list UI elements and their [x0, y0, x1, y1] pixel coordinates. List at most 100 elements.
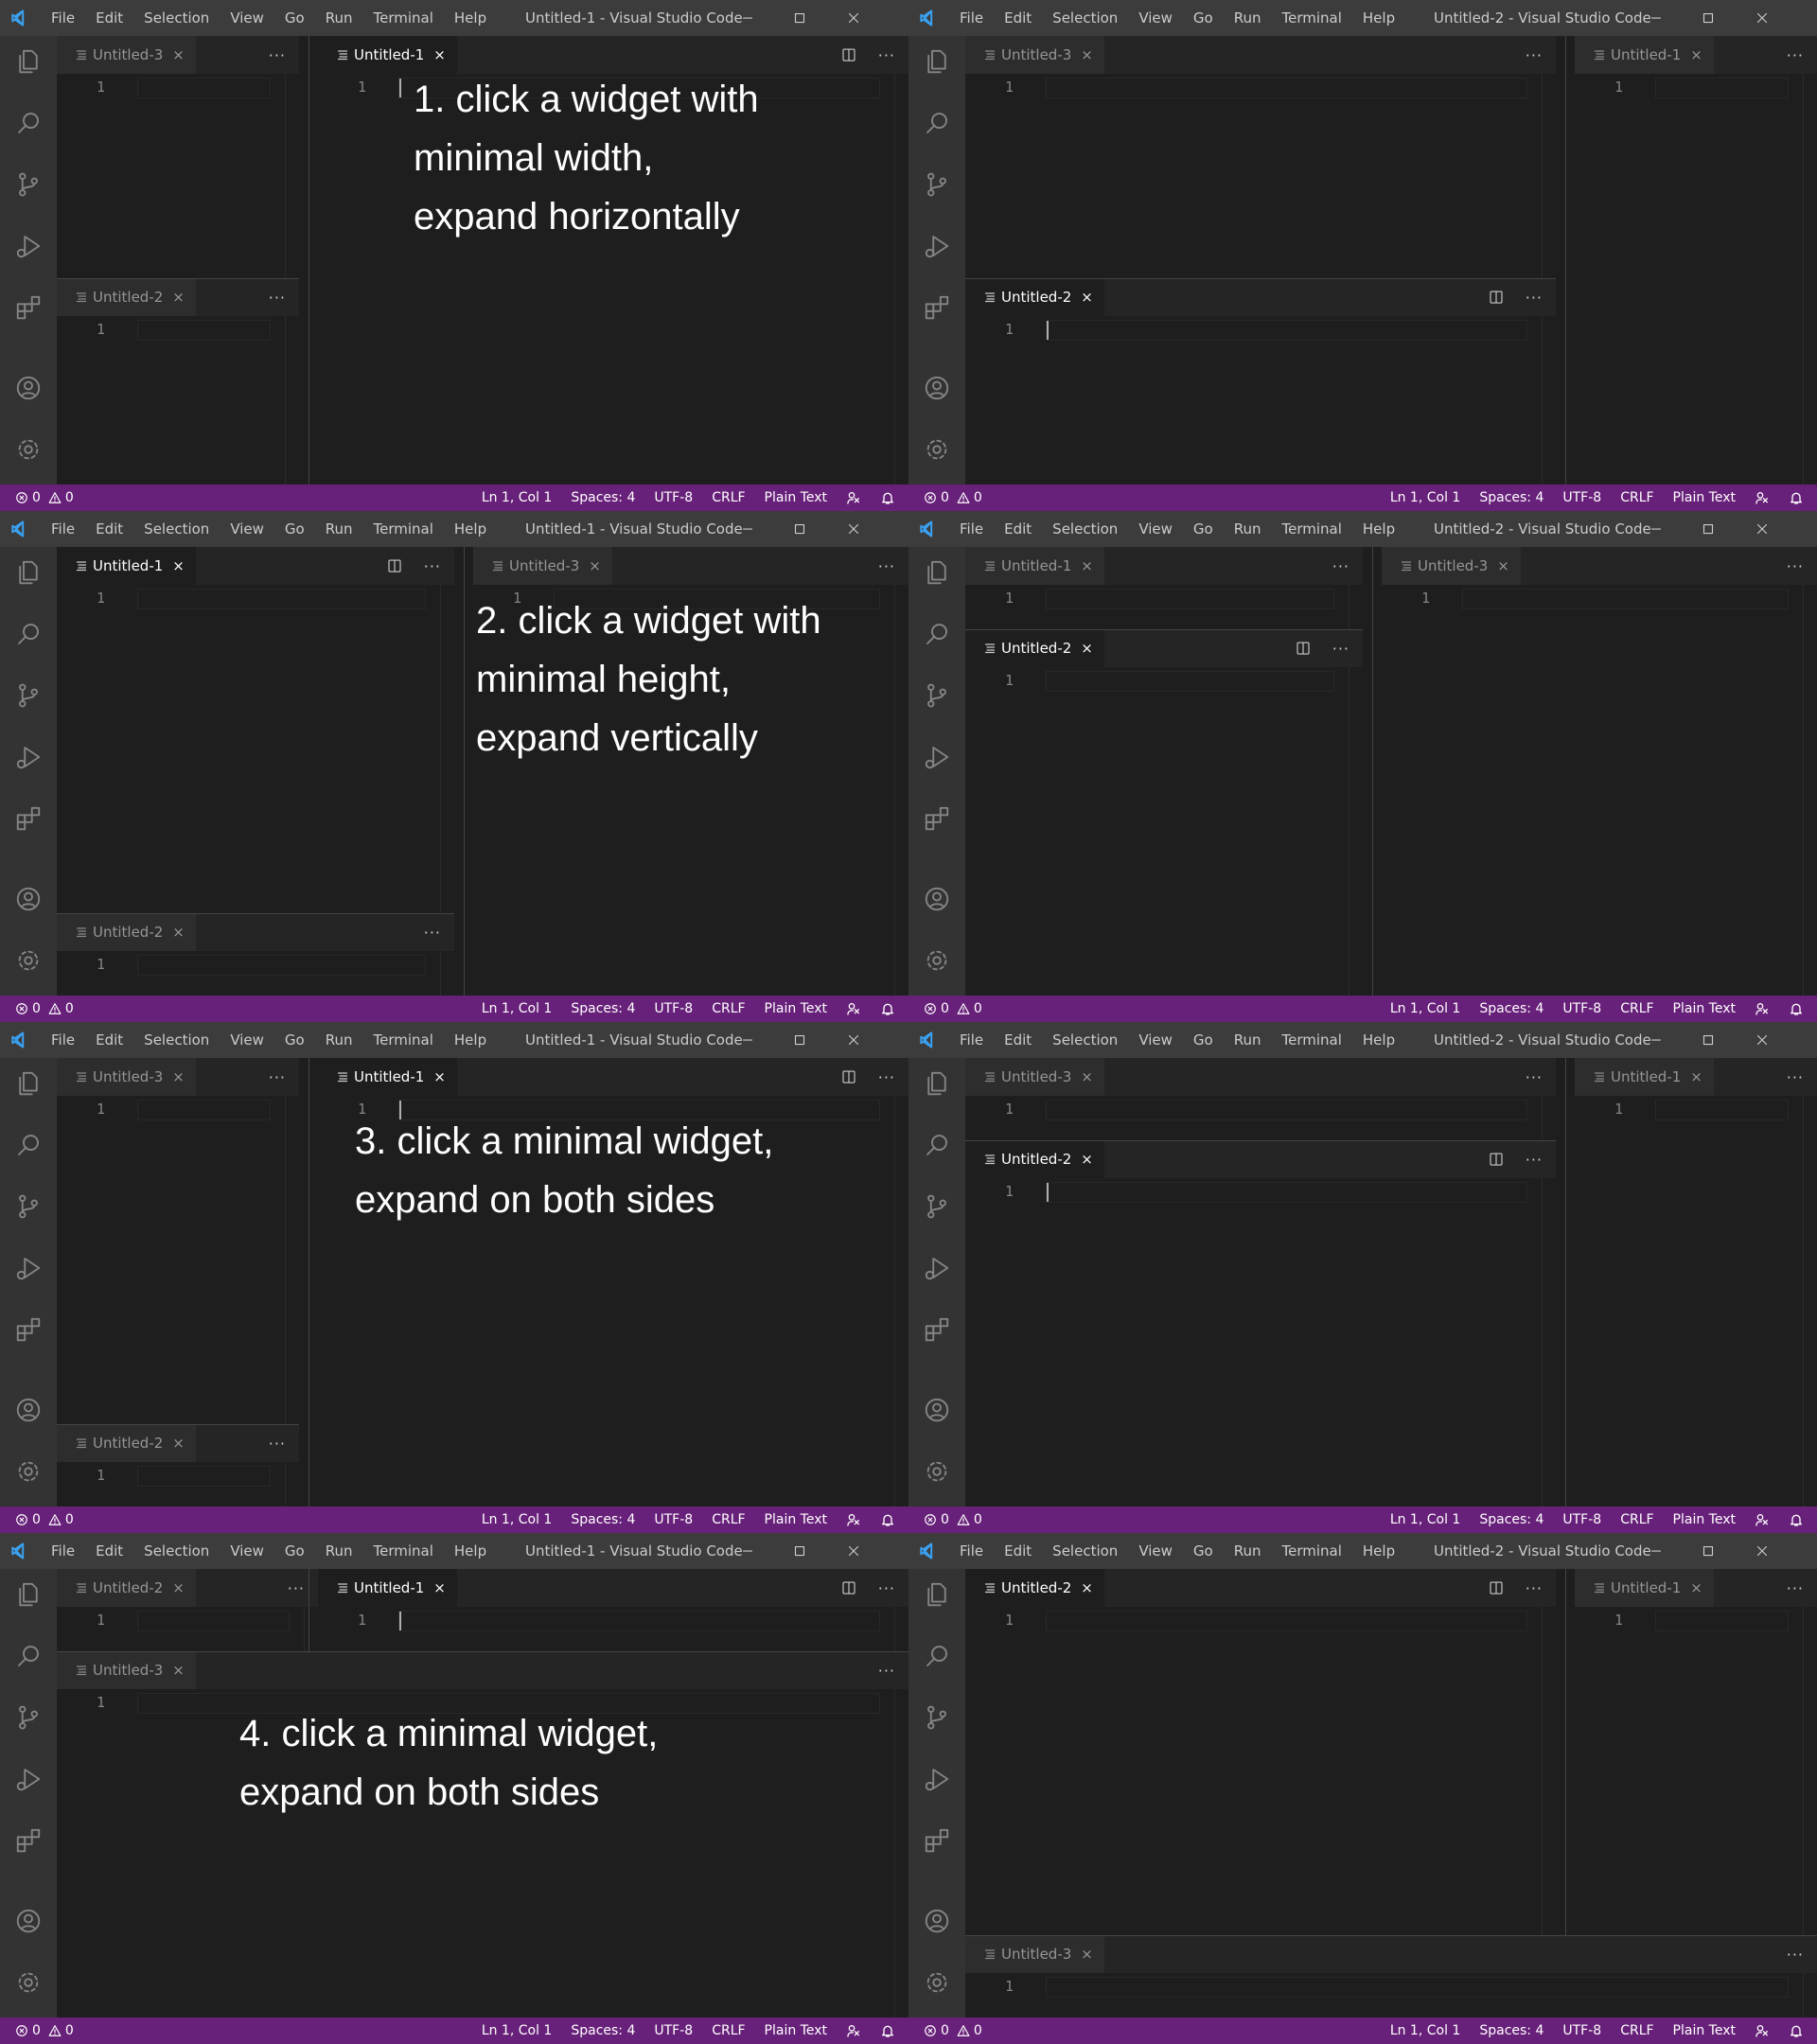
menu-edit[interactable]: Edit — [96, 520, 123, 537]
run-debug-icon[interactable] — [923, 1254, 951, 1282]
tab-close-icon[interactable]: × — [172, 557, 185, 574]
cursor-position[interactable]: Ln 1, Col 1 — [1390, 490, 1461, 505]
cursor-position[interactable]: Ln 1, Col 1 — [482, 2023, 553, 2038]
editor-scrollbar[interactable] — [1803, 1607, 1817, 1935]
explorer-icon[interactable] — [923, 47, 951, 76]
bell-icon[interactable] — [1789, 490, 1804, 505]
close-window-button[interactable] — [1736, 0, 1789, 36]
menu-go[interactable]: Go — [285, 1542, 305, 1559]
close-window-button[interactable] — [827, 1533, 880, 1569]
menu-run[interactable]: Run — [1234, 1542, 1261, 1559]
more-actions-icon[interactable]: ··· — [1787, 1068, 1804, 1086]
editor-scrollbar[interactable] — [1542, 1096, 1556, 1140]
editor-scrollbar[interactable] — [894, 585, 908, 996]
problems-indicator[interactable]: 00 — [15, 1507, 74, 1533]
menu-file[interactable]: File — [960, 1031, 983, 1048]
more-actions-icon[interactable]: ··· — [1332, 640, 1350, 658]
menu-file[interactable]: File — [960, 9, 983, 26]
manage-gear-icon[interactable] — [923, 946, 951, 975]
menu-selection[interactable]: Selection — [144, 1031, 209, 1048]
tab-close-icon[interactable]: × — [1081, 640, 1093, 657]
group-separator[interactable] — [57, 1651, 908, 1652]
group-separator[interactable] — [57, 278, 299, 279]
menu-help[interactable]: Help — [454, 9, 486, 26]
menu-run[interactable]: Run — [1234, 9, 1261, 26]
menu-selection[interactable]: Selection — [1052, 9, 1118, 26]
menu-help[interactable]: Help — [1363, 9, 1395, 26]
editor-tab[interactable]: Untitled-1 × — [318, 36, 457, 74]
feedback-icon[interactable] — [1755, 2023, 1770, 2038]
more-actions-icon[interactable]: ··· — [878, 1068, 895, 1086]
source-control-icon[interactable] — [14, 1703, 43, 1732]
tab-close-icon[interactable]: × — [172, 1068, 185, 1085]
editor-scrollbar[interactable] — [894, 1607, 908, 1651]
editor-tab[interactable]: Untitled-2 × — [965, 629, 1104, 667]
line-ending[interactable]: CRLF — [1620, 490, 1653, 505]
manage-gear-icon[interactable] — [14, 435, 43, 464]
run-debug-icon[interactable] — [923, 232, 951, 260]
more-actions-icon[interactable]: ··· — [1526, 1068, 1543, 1086]
editor-scrollbar[interactable] — [1803, 1973, 1817, 2018]
editor-scrollbar[interactable] — [1542, 1607, 1556, 1935]
source-control-icon[interactable] — [923, 1192, 951, 1221]
editor-tab[interactable]: Untitled-3 × — [57, 36, 196, 74]
more-actions-icon[interactable]: ··· — [1526, 1579, 1543, 1597]
minimize-button[interactable] — [721, 1533, 774, 1569]
search-icon[interactable] — [14, 109, 43, 137]
menu-terminal[interactable]: Terminal — [374, 520, 433, 537]
editor-scrollbar[interactable] — [440, 951, 454, 996]
editor-scrollbar[interactable] — [1542, 1178, 1556, 1507]
minimize-button[interactable] — [1630, 511, 1683, 547]
accounts-icon[interactable] — [14, 885, 43, 913]
manage-gear-icon[interactable] — [923, 1968, 951, 1997]
close-window-button[interactable] — [1736, 1533, 1789, 1569]
minimize-button[interactable] — [1630, 0, 1683, 36]
menu-edit[interactable]: Edit — [1004, 1031, 1032, 1048]
explorer-icon[interactable] — [923, 1580, 951, 1609]
tab-close-icon[interactable]: × — [1690, 1068, 1702, 1085]
more-actions-icon[interactable]: ··· — [1787, 557, 1804, 575]
more-actions-icon[interactable]: ··· — [1332, 557, 1350, 575]
menu-go[interactable]: Go — [1193, 1542, 1213, 1559]
more-actions-icon[interactable]: ··· — [1787, 1579, 1804, 1597]
editor-scrollbar[interactable] — [894, 1096, 908, 1507]
split-editor-icon[interactable] — [840, 46, 857, 63]
split-editor-icon[interactable] — [1488, 1579, 1505, 1596]
menu-go[interactable]: Go — [1193, 1031, 1213, 1048]
problems-indicator[interactable]: 00 — [924, 1507, 982, 1533]
explorer-icon[interactable] — [14, 1580, 43, 1609]
search-icon[interactable] — [14, 1642, 43, 1670]
manage-gear-icon[interactable] — [14, 1968, 43, 1997]
split-editor-icon[interactable] — [840, 1579, 857, 1596]
problems-indicator[interactable]: 00 — [924, 485, 982, 511]
language-mode[interactable]: Plain Text — [1673, 490, 1736, 505]
tab-close-icon[interactable]: × — [1081, 557, 1093, 574]
feedback-icon[interactable] — [846, 1001, 861, 1016]
feedback-icon[interactable] — [846, 2023, 861, 2038]
split-editor-icon[interactable] — [1488, 289, 1505, 306]
menu-terminal[interactable]: Terminal — [1282, 1542, 1342, 1559]
manage-gear-icon[interactable] — [923, 435, 951, 464]
extensions-icon[interactable] — [923, 1315, 951, 1344]
more-actions-icon[interactable]: ··· — [269, 1068, 286, 1086]
editor-scrollbar[interactable] — [304, 1607, 318, 1651]
menu-run[interactable]: Run — [326, 1542, 353, 1559]
close-window-button[interactable] — [827, 0, 880, 36]
search-icon[interactable] — [923, 620, 951, 648]
indentation[interactable]: Spaces: 4 — [1479, 1001, 1544, 1016]
indentation[interactable]: Spaces: 4 — [571, 1001, 635, 1016]
menu-file[interactable]: File — [960, 1542, 983, 1559]
line-ending[interactable]: CRLF — [712, 2023, 745, 2038]
group-separator[interactable] — [57, 913, 454, 914]
problems-indicator[interactable]: 00 — [15, 996, 74, 1022]
explorer-icon[interactable] — [14, 47, 43, 76]
accounts-icon[interactable] — [923, 885, 951, 913]
problems-indicator[interactable]: 00 — [15, 485, 74, 511]
more-actions-icon[interactable]: ··· — [424, 557, 441, 575]
language-mode[interactable]: Plain Text — [1673, 1512, 1736, 1527]
menu-selection[interactable]: Selection — [1052, 520, 1118, 537]
editor-scrollbar[interactable] — [1803, 1096, 1817, 1507]
accounts-icon[interactable] — [923, 1907, 951, 1935]
bell-icon[interactable] — [880, 1001, 895, 1016]
manage-gear-icon[interactable] — [14, 1457, 43, 1486]
